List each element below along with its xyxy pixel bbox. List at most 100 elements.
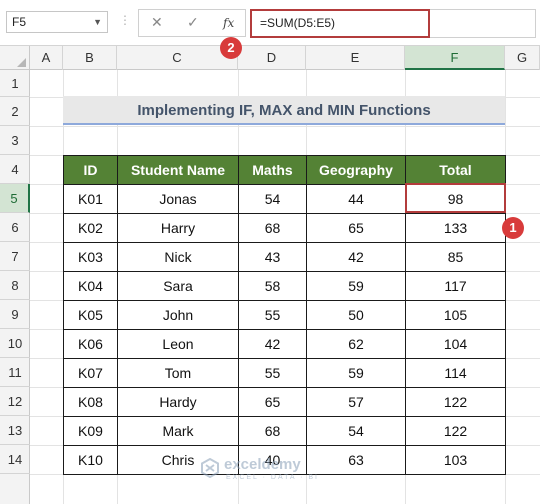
cell-geography[interactable]: 42	[306, 242, 406, 272]
cell-name[interactable]: Jonas	[117, 184, 239, 214]
cell-maths[interactable]: 68	[238, 213, 307, 243]
cell-id[interactable]: K06	[63, 329, 118, 359]
table-row: K04 Sara 58 59 117	[63, 271, 506, 301]
header-maths[interactable]: Maths	[238, 155, 307, 185]
table-row: K08 Hardy 65 57 122	[63, 387, 506, 417]
row-header-7[interactable]: 7	[0, 242, 30, 271]
row-header-4[interactable]: 4	[0, 155, 30, 184]
column-header-a[interactable]: A	[30, 46, 63, 70]
watermark-tagline: EXCEL · DATA · BI	[226, 474, 319, 481]
enter-icon[interactable]: ✓	[187, 14, 199, 31]
name-box[interactable]: F5 ▼	[6, 11, 108, 33]
insert-function-icon[interactable]: fx	[223, 16, 234, 30]
cell-geography[interactable]: 62	[306, 329, 406, 359]
cell-total[interactable]: 122	[405, 387, 506, 417]
cell-maths[interactable]: 43	[238, 242, 307, 272]
cell-total[interactable]: 114	[405, 358, 506, 388]
cell-total[interactable]: 104	[405, 329, 506, 359]
cell-maths[interactable]: 55	[238, 300, 307, 330]
cell-name[interactable]: Nick	[117, 242, 239, 272]
column-header-g[interactable]: G	[505, 46, 540, 70]
formula-input-extension[interactable]	[430, 9, 536, 38]
cell-total[interactable]: 105	[405, 300, 506, 330]
row-header-5[interactable]: 5	[0, 184, 30, 213]
select-all-icon	[17, 58, 26, 67]
cell-geography[interactable]: 59	[306, 358, 406, 388]
row-header-1[interactable]: 1	[0, 70, 30, 97]
row-header-6[interactable]: 6	[0, 213, 30, 242]
cell-maths[interactable]: 58	[238, 271, 307, 301]
cell-maths[interactable]: 42	[238, 329, 307, 359]
row-header-12[interactable]: 12	[0, 387, 30, 416]
row-header-11[interactable]: 11	[0, 358, 30, 387]
cell-total[interactable]: 103	[405, 445, 506, 475]
cell-total[interactable]: 122	[405, 416, 506, 446]
table-row: K07 Tom 55 59 114	[63, 358, 506, 388]
table-row: K03 Nick 43 42 85	[63, 242, 506, 272]
cell-id[interactable]: K05	[63, 300, 118, 330]
row-header-9[interactable]: 9	[0, 300, 30, 329]
cell-maths[interactable]: 54	[238, 184, 307, 214]
cell-name[interactable]: Tom	[117, 358, 239, 388]
cell-id[interactable]: K04	[63, 271, 118, 301]
cell-name[interactable]: Hardy	[117, 387, 239, 417]
cell-total[interactable]: 133	[405, 213, 506, 243]
cell-name[interactable]: John	[117, 300, 239, 330]
table-row: K09 Mark 68 54 122	[63, 416, 506, 446]
name-box-value: F5	[12, 15, 27, 29]
watermark-name: exceldemy	[224, 456, 301, 473]
row-header-10[interactable]: 10	[0, 329, 30, 358]
cell-id[interactable]: K01	[63, 184, 118, 214]
column-header-d[interactable]: D	[238, 46, 306, 70]
cell-geography[interactable]: 50	[306, 300, 406, 330]
row-header-13[interactable]: 13	[0, 416, 30, 445]
cell-id[interactable]: K09	[63, 416, 118, 446]
cell-total[interactable]: 98	[405, 184, 506, 214]
column-headers: A B C D E F G	[0, 46, 540, 70]
exceldemy-logo-icon	[201, 458, 219, 478]
cell-total[interactable]: 117	[405, 271, 506, 301]
cell-geography[interactable]: 44	[306, 184, 406, 214]
cell-name[interactable]: Harry	[117, 213, 239, 243]
cell-name[interactable]: Leon	[117, 329, 239, 359]
row-header-8[interactable]: 8	[0, 271, 30, 300]
cell-maths[interactable]: 65	[238, 387, 307, 417]
cell-id[interactable]: K08	[63, 387, 118, 417]
row-header-14[interactable]: 14	[0, 445, 30, 474]
separator-dots-icon: ⋮	[119, 13, 131, 27]
cell-id[interactable]: K07	[63, 358, 118, 388]
header-geography[interactable]: Geography	[306, 155, 406, 185]
table-row: K02 Harry 68 65 133	[63, 213, 506, 243]
cell-geography[interactable]: 54	[306, 416, 406, 446]
column-header-e[interactable]: E	[306, 46, 405, 70]
cell-maths[interactable]: 68	[238, 416, 307, 446]
sheet-title[interactable]: Implementing IF, MAX and MIN Functions	[63, 96, 505, 125]
cell-id[interactable]: K02	[63, 213, 118, 243]
select-all-button[interactable]	[0, 46, 30, 70]
cell-id[interactable]: K10	[63, 445, 118, 475]
header-student-name[interactable]: Student Name	[117, 155, 239, 185]
row-header-2[interactable]: 2	[0, 97, 30, 126]
student-table: ID Student Name Maths Geography Total K0…	[63, 155, 506, 475]
cell-maths[interactable]: 55	[238, 358, 307, 388]
header-total[interactable]: Total	[405, 155, 506, 185]
formula-buttons: ✕ ✓ fx	[138, 9, 246, 37]
cell-geography[interactable]: 59	[306, 271, 406, 301]
header-id[interactable]: ID	[63, 155, 118, 185]
table-row: K05 John 55 50 105	[63, 300, 506, 330]
cell-name[interactable]: Sara	[117, 271, 239, 301]
column-header-f[interactable]: F	[405, 46, 505, 70]
cell-geography[interactable]: 57	[306, 387, 406, 417]
cell-id[interactable]: K03	[63, 242, 118, 272]
cell-geography[interactable]: 65	[306, 213, 406, 243]
cell-name[interactable]: Mark	[117, 416, 239, 446]
cell-name[interactable]: Chris	[117, 445, 239, 475]
callout-marker-2: 2	[220, 37, 242, 59]
cell-geography[interactable]: 63	[306, 445, 406, 475]
cell-total[interactable]: 85	[405, 242, 506, 272]
row-header-3[interactable]: 3	[0, 126, 30, 155]
cancel-icon[interactable]: ✕	[151, 14, 163, 31]
column-header-b[interactable]: B	[63, 46, 117, 70]
formula-input[interactable]: =SUM(D5:E5)	[250, 9, 430, 38]
chevron-down-icon[interactable]: ▼	[93, 12, 102, 32]
